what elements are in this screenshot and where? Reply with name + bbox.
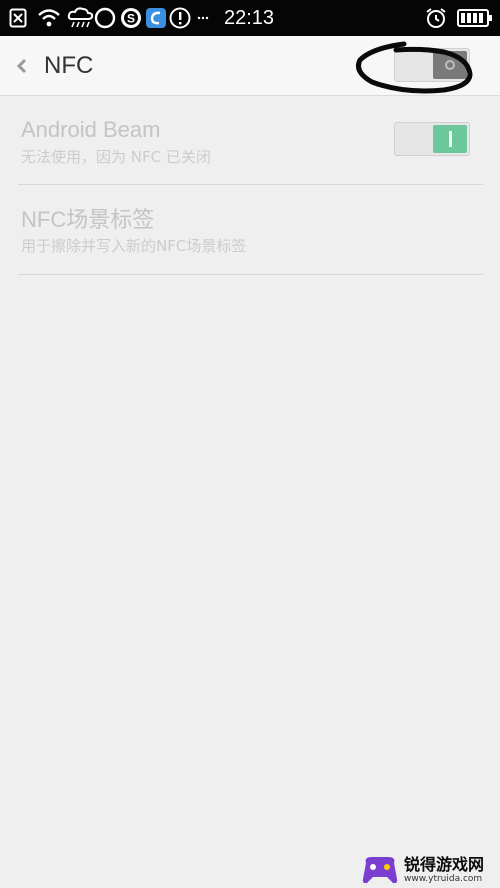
android-beam-label: Android Beam xyxy=(21,117,161,142)
watermark: 锐得游戏网 www.ytruida.com xyxy=(360,852,500,888)
android-beam-subtitle: 无法使用，因为 NFC 已关闭 xyxy=(21,148,211,166)
toggle-knob xyxy=(433,51,467,79)
controller-logo-icon xyxy=(360,853,400,887)
close-box-icon xyxy=(8,6,28,30)
svg-text:S: S xyxy=(127,12,135,26)
page-title: NFC xyxy=(44,52,94,79)
toggle-knob xyxy=(433,125,467,153)
chevron-left-icon[interactable] xyxy=(14,56,30,76)
android-beam-row[interactable]: Android Beam 无法使用，因为 NFC 已关闭 xyxy=(18,96,483,185)
blue-app-icon xyxy=(144,6,168,30)
nfc-header: NFC xyxy=(0,36,500,96)
watermark-name: 锐得游戏网 xyxy=(404,854,485,874)
nfc-scene-tag-label: NFC场景标签 xyxy=(21,207,155,232)
circle-icon xyxy=(93,6,117,30)
nfc-toggle[interactable] xyxy=(394,48,470,82)
status-bar: S 22:13 xyxy=(0,0,500,36)
s-app-icon: S xyxy=(119,6,143,30)
cloud-rain-icon xyxy=(66,6,94,30)
alert-icon xyxy=(168,6,192,30)
battery-icon xyxy=(456,6,494,30)
nfc-scene-tag-subtitle: 用于擦除并写入新的NFC场景标签 xyxy=(21,237,247,255)
status-time: 22:13 xyxy=(224,7,275,29)
nfc-scene-tag-row[interactable]: NFC场景标签 用于擦除并写入新的NFC场景标签 xyxy=(18,185,483,275)
alarm-icon xyxy=(424,6,448,30)
watermark-url: www.ytruida.com xyxy=(404,873,483,884)
android-beam-toggle[interactable] xyxy=(394,122,470,156)
wifi-icon xyxy=(36,6,62,30)
more-icon xyxy=(196,6,210,30)
